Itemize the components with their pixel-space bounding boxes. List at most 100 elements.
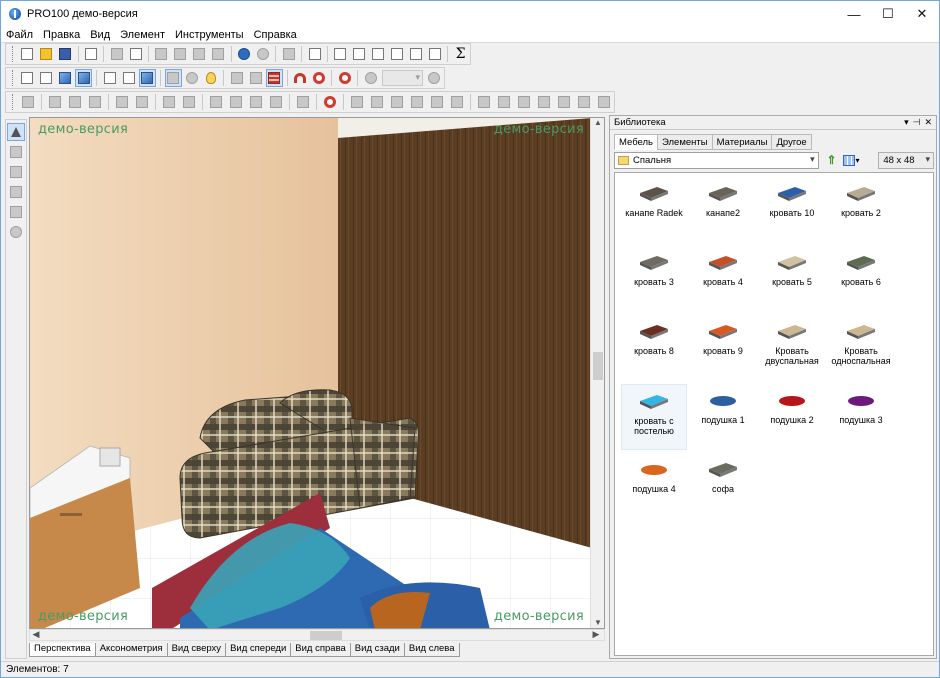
edit-tool-button-1[interactable] bbox=[113, 93, 131, 111]
align-button-6[interactable] bbox=[448, 93, 466, 111]
toolbar-grip[interactable] bbox=[12, 94, 15, 110]
report-button-2[interactable] bbox=[351, 45, 368, 63]
folder-up-button[interactable]: ⇑ bbox=[825, 153, 839, 167]
align-button-5[interactable] bbox=[428, 93, 446, 111]
icon-size-select[interactable]: 48 x 48 ▾ bbox=[878, 151, 934, 169]
materials-button[interactable] bbox=[184, 69, 201, 87]
viewport-horizontal-scrollbar[interactable]: ◀ ▶ bbox=[29, 629, 605, 641]
edit-tool-button-10[interactable] bbox=[321, 93, 339, 111]
undo-button[interactable] bbox=[236, 45, 253, 63]
library-item[interactable]: кровать 4 bbox=[690, 246, 756, 312]
menu-edit[interactable]: Правка bbox=[38, 29, 85, 41]
print-preview-button[interactable] bbox=[127, 45, 144, 63]
edit-button[interactable] bbox=[86, 93, 104, 111]
distribute-button-7[interactable] bbox=[595, 93, 613, 111]
select-all-button[interactable] bbox=[19, 93, 37, 111]
library-item[interactable]: кровать 2 bbox=[828, 177, 894, 243]
redo-button[interactable] bbox=[254, 45, 271, 63]
scroll-up-icon[interactable]: ▲ bbox=[591, 118, 604, 130]
tab-front-view[interactable]: Вид спереди bbox=[225, 643, 292, 657]
group-button[interactable] bbox=[280, 45, 297, 63]
tab-left-view[interactable]: Вид слева bbox=[403, 643, 460, 657]
scroll-down-icon[interactable]: ▼ bbox=[591, 618, 604, 628]
menu-file[interactable]: Файл bbox=[1, 29, 38, 41]
library-item[interactable]: кровать с постелью bbox=[621, 384, 687, 450]
zoom-select[interactable] bbox=[382, 70, 424, 86]
vertical-scroll-thumb[interactable] bbox=[593, 352, 603, 380]
horizontal-scroll-thumb[interactable] bbox=[310, 631, 342, 640]
edit-tool-button-8[interactable] bbox=[267, 93, 285, 111]
solid-button[interactable] bbox=[57, 69, 74, 87]
wireframe-button[interactable] bbox=[19, 69, 36, 87]
tab-right-view[interactable]: Вид справа bbox=[290, 643, 351, 657]
library-item[interactable]: подушка 2 bbox=[759, 384, 825, 450]
paste-button[interactable] bbox=[191, 45, 208, 63]
menu-element[interactable]: Элемент bbox=[115, 29, 170, 41]
checklist-button[interactable] bbox=[306, 45, 323, 63]
edit-tool-button-7[interactable] bbox=[247, 93, 265, 111]
align-button-4[interactable] bbox=[408, 93, 426, 111]
toolbar-grip[interactable] bbox=[12, 70, 15, 86]
distribute-button-6[interactable] bbox=[575, 93, 593, 111]
menu-help[interactable]: Справка bbox=[249, 29, 302, 41]
view-mode-button[interactable]: ▾ bbox=[842, 153, 865, 167]
box-view-button-2[interactable] bbox=[120, 69, 137, 87]
minimize-button[interactable]: — bbox=[837, 1, 871, 27]
library-item[interactable]: Кровать односпальная bbox=[828, 315, 894, 381]
sum-button[interactable]: Σ bbox=[452, 45, 469, 63]
edit-tool-button-2[interactable] bbox=[133, 93, 151, 111]
measure-tool-button[interactable] bbox=[7, 203, 25, 221]
tab-back-view[interactable]: Вид сзади bbox=[349, 643, 405, 657]
menu-tools[interactable]: Инструменты bbox=[170, 29, 249, 41]
box-view-button-3[interactable] bbox=[138, 69, 156, 87]
3d-viewport[interactable]: демо-версия демо-версия демо-версия демо… bbox=[29, 117, 605, 629]
folder-select[interactable]: Спальня ▾ bbox=[614, 151, 819, 169]
edit-tool-button-5[interactable] bbox=[207, 93, 225, 111]
labels-button[interactable] bbox=[164, 69, 182, 87]
print-button[interactable] bbox=[108, 45, 125, 63]
cut-button[interactable] bbox=[153, 45, 170, 63]
report-button-1[interactable] bbox=[332, 45, 349, 63]
delete-button[interactable] bbox=[210, 45, 227, 63]
align-button-2[interactable] bbox=[368, 93, 386, 111]
box-tool-button[interactable] bbox=[7, 163, 25, 181]
library-item[interactable]: софа bbox=[690, 453, 756, 519]
library-item[interactable]: канапе Radek bbox=[621, 177, 687, 243]
snap-target-button[interactable] bbox=[311, 69, 328, 87]
snap-magnet-button[interactable] bbox=[292, 69, 309, 87]
library-item[interactable]: кровать 10 bbox=[759, 177, 825, 243]
panel-tool-button[interactable] bbox=[7, 183, 25, 201]
close-button[interactable]: ✕ bbox=[905, 1, 939, 27]
rotate-button[interactable] bbox=[66, 93, 84, 111]
tab-perspective[interactable]: Перспектива bbox=[29, 643, 96, 657]
align-button-3[interactable] bbox=[388, 93, 406, 111]
library-item[interactable]: кровать 8 bbox=[621, 315, 687, 381]
report-button-4[interactable] bbox=[389, 45, 406, 63]
report-button-3[interactable] bbox=[370, 45, 387, 63]
distribute-button-5[interactable] bbox=[555, 93, 573, 111]
open-button[interactable] bbox=[38, 45, 55, 63]
scroll-left-icon[interactable]: ◀ bbox=[30, 629, 42, 640]
tab-top-view[interactable]: Вид сверху bbox=[166, 643, 227, 657]
new-button[interactable] bbox=[19, 45, 36, 63]
tab-furniture[interactable]: Мебель bbox=[614, 134, 658, 150]
textured-button[interactable] bbox=[75, 69, 93, 87]
zoom-in-button[interactable] bbox=[426, 69, 443, 87]
copy-button[interactable] bbox=[172, 45, 189, 63]
lights-button[interactable] bbox=[202, 69, 219, 87]
select-tool-button[interactable] bbox=[7, 123, 25, 141]
viewport-vertical-scrollbar[interactable]: ▲ ▼ bbox=[590, 118, 604, 628]
library-close-button[interactable]: ✕ bbox=[924, 117, 932, 128]
move-button[interactable] bbox=[46, 93, 64, 111]
magnet-tool-button[interactable] bbox=[228, 69, 245, 87]
grid-button[interactable] bbox=[265, 69, 283, 87]
tab-elements[interactable]: Элементы bbox=[657, 134, 713, 150]
library-item[interactable]: кровать 9 bbox=[690, 315, 756, 381]
box-view-button-1[interactable] bbox=[101, 69, 118, 87]
save-button[interactable] bbox=[57, 45, 74, 63]
outline-button[interactable] bbox=[38, 69, 55, 87]
library-item[interactable]: Кровать двуспальная bbox=[759, 315, 825, 381]
toolbar-grip[interactable] bbox=[12, 46, 15, 62]
scroll-right-icon[interactable]: ▶ bbox=[590, 629, 602, 640]
tab-materials[interactable]: Материалы bbox=[711, 134, 773, 150]
